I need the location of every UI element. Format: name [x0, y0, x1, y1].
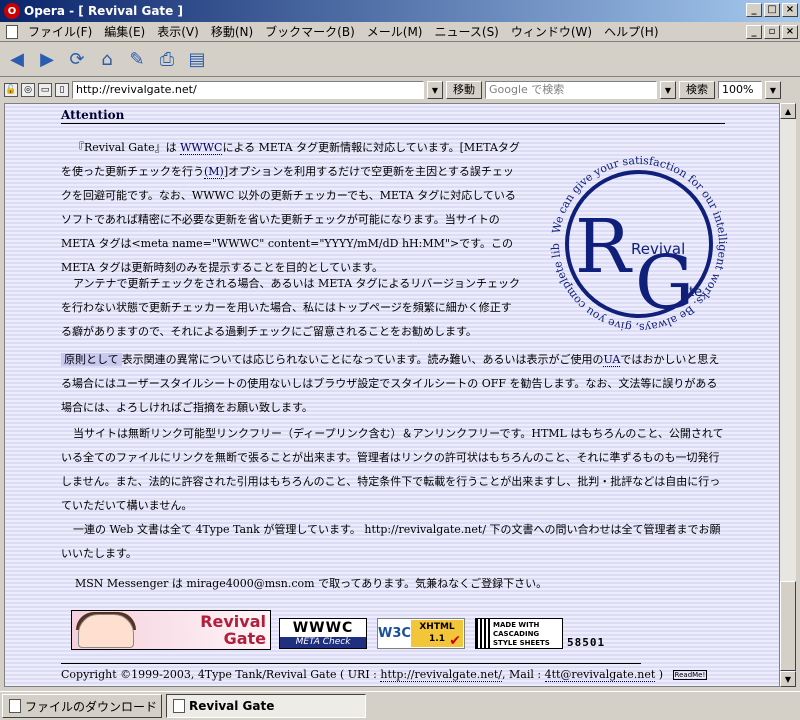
document-icon[interactable]: ▤ [186, 49, 208, 71]
search-input[interactable]: Google で検索 [485, 81, 657, 99]
checkmark-icon: ✔ [449, 633, 461, 649]
footer-divider [61, 663, 641, 664]
menu-mail[interactable]: メール(M) [361, 23, 429, 40]
messenger-email: mirage4000@msn.com [186, 577, 315, 590]
page-content: Attention 『Revival Gate』は WWWCによる META タ… [5, 104, 779, 686]
search-button[interactable]: 検索 [679, 81, 715, 99]
navigation-toolbar: ◀ ▶ ⟳ ⌂ ✎ ⎙ ▤ [0, 43, 800, 77]
css-badge[interactable]: MADE WITH CASCADING STYLE SHEETS [475, 618, 563, 649]
cookie-icon[interactable]: ◎ [21, 83, 35, 97]
access-counter: 58501 [567, 636, 606, 649]
w3c-xhtml-badge[interactable]: W3C XHTML 1.1 ✔ [377, 618, 465, 649]
zoom-field[interactable]: 100% [718, 81, 762, 99]
tab-downloads[interactable]: ファイルのダウンロード [2, 694, 162, 718]
paragraph-messenger: MSN Messenger は mirage4000@msn.com で取ってあ… [75, 577, 548, 590]
forward-icon[interactable]: ▶ [36, 49, 58, 71]
emblem-letter-r: R [575, 204, 633, 290]
print-icon[interactable]: ⎙ [156, 49, 178, 71]
reload-icon[interactable]: ⟳ [66, 49, 88, 71]
maximize-button[interactable]: □ [764, 3, 780, 17]
site-url-link[interactable]: http://revivalgate.net/ [364, 523, 486, 536]
menu-edit[interactable]: 編集(E) [98, 23, 151, 40]
close-button[interactable]: × [782, 3, 798, 17]
menu-bar: ファイル(F) 編集(E) 表示(V) 移動(N) ブックマーク(B) メール(… [0, 22, 800, 42]
title-bar: O Opera - [ Revival Gate ] _ □ × [0, 0, 800, 22]
principle-highlight: 原則として [61, 353, 122, 366]
revival-gate-banner[interactable]: Revival Gate [71, 610, 271, 650]
css-badge-text: MADE WITH CASCADING STYLE SHEETS [493, 621, 550, 647]
page-heading: Attention [61, 108, 725, 124]
address-bar: 🔓 ◎ ▭ ▯ http://revivalgate.net/ ▼ 移動 Goo… [0, 78, 800, 102]
page-viewport: Attention 『Revival Gate』は WWWCによる META タ… [4, 103, 780, 687]
go-button[interactable]: 移動 [446, 81, 482, 99]
copyright-footer: Copyright ©1999-2003, 4Type Tank/Revival… [61, 668, 708, 682]
security-lock-icon[interactable]: 🔓 [4, 83, 18, 97]
readme-badge[interactable]: ReadMe! [672, 670, 708, 680]
wwwc-meta-check-banner[interactable]: WWWC META Check [279, 618, 367, 649]
document-window-controls: _ ▫ × [746, 25, 798, 39]
menu-view[interactable]: 表示(V) [151, 23, 205, 40]
menu-bookmarks[interactable]: ブックマーク(B) [259, 23, 361, 40]
w3c-logo: W3C [378, 626, 411, 641]
doc-minimize-button[interactable]: _ [746, 25, 762, 39]
menu-help[interactable]: ヘルプ(H) [598, 23, 664, 40]
footer-uri-link[interactable]: http://revivalgate.net/ [380, 668, 503, 682]
scroll-up-button[interactable]: ▲ [780, 103, 796, 119]
minimize-button[interactable]: _ [746, 3, 762, 17]
menu-navigate[interactable]: 移動(N) [205, 23, 259, 40]
emblem-letter-g: G [635, 240, 694, 326]
document-menu-icon[interactable] [6, 24, 18, 39]
window-controls: _ □ × [746, 3, 798, 17]
footer-mail-link[interactable]: 4tt@revivalgate.net [544, 668, 656, 682]
scroll-thumb[interactable] [780, 581, 796, 671]
vertical-scrollbar[interactable]: ▲ ▼ [780, 103, 796, 687]
paragraph-linkfree: 当サイトは無断リンク可能型リンクフリー（ディープリンク含む）＆アンリンクフリーで… [61, 427, 724, 512]
wwwc-banner-title: WWWC [280, 619, 366, 637]
scroll-down-button[interactable]: ▼ [780, 671, 796, 687]
url-dropdown-button[interactable]: ▼ [427, 81, 443, 99]
search-engine-dropdown[interactable]: ▼ [660, 81, 676, 99]
download-page-icon [9, 699, 21, 713]
menu-file[interactable]: ファイル(F) [22, 23, 98, 40]
banner-character [78, 614, 134, 648]
window-title: Opera - [ Revival Gate ] [24, 4, 183, 18]
page-tab-icon [173, 699, 185, 713]
wwwc-banner-subtitle: META Check [280, 637, 366, 648]
menu-news[interactable]: ニュース(S) [428, 23, 504, 40]
banner-revival-gate-text: Revival Gate [200, 612, 266, 648]
paragraph-display: 原則として 表示関連の異常については応じられないことになっています。読み難い、ある… [61, 353, 720, 414]
page-info-icon[interactable]: ▭ [38, 83, 52, 97]
revival-gate-emblem: We can give your satisfaction for our in… [541, 146, 729, 334]
paragraph-antenna: アンテナで更新チェックをされる場合、あるいは META タグによるリバージョンチ… [61, 277, 520, 338]
doc-restore-button[interactable]: ▫ [764, 25, 780, 39]
wwwc-abbr[interactable]: WWWC [180, 141, 223, 155]
home-icon[interactable]: ⌂ [96, 49, 118, 71]
css-badge-bars [476, 619, 490, 648]
back-icon[interactable]: ◀ [6, 49, 28, 71]
paragraph-admin: 一連の Web 文書は全て 4Type Tank が管理しています。 http:… [61, 523, 721, 560]
doc-close-button[interactable]: × [782, 25, 798, 39]
paragraph-meta: 『Revival Gate』は WWWCによる META タグ更新情報に対応して… [61, 141, 520, 274]
menu-window[interactable]: ウィンドウ(W) [505, 23, 598, 40]
xhtml-label: XHTML 1.1 ✔ [411, 620, 463, 649]
opera-logo-icon: O [4, 3, 20, 19]
new-page-icon[interactable]: ▯ [55, 83, 69, 97]
url-input[interactable]: http://revivalgate.net/ [72, 81, 424, 99]
emblem-word-gate: ate [681, 285, 702, 300]
zoom-dropdown[interactable]: ▼ [765, 81, 781, 99]
window-tab-bar: ファイルのダウンロード Revival Gate [0, 691, 800, 720]
ua-abbr[interactable]: UA [603, 353, 621, 367]
hotlist-icon[interactable]: ✎ [126, 49, 148, 71]
tab-revival-gate[interactable]: Revival Gate [166, 694, 366, 718]
accesskey-m: (M) [204, 165, 224, 179]
